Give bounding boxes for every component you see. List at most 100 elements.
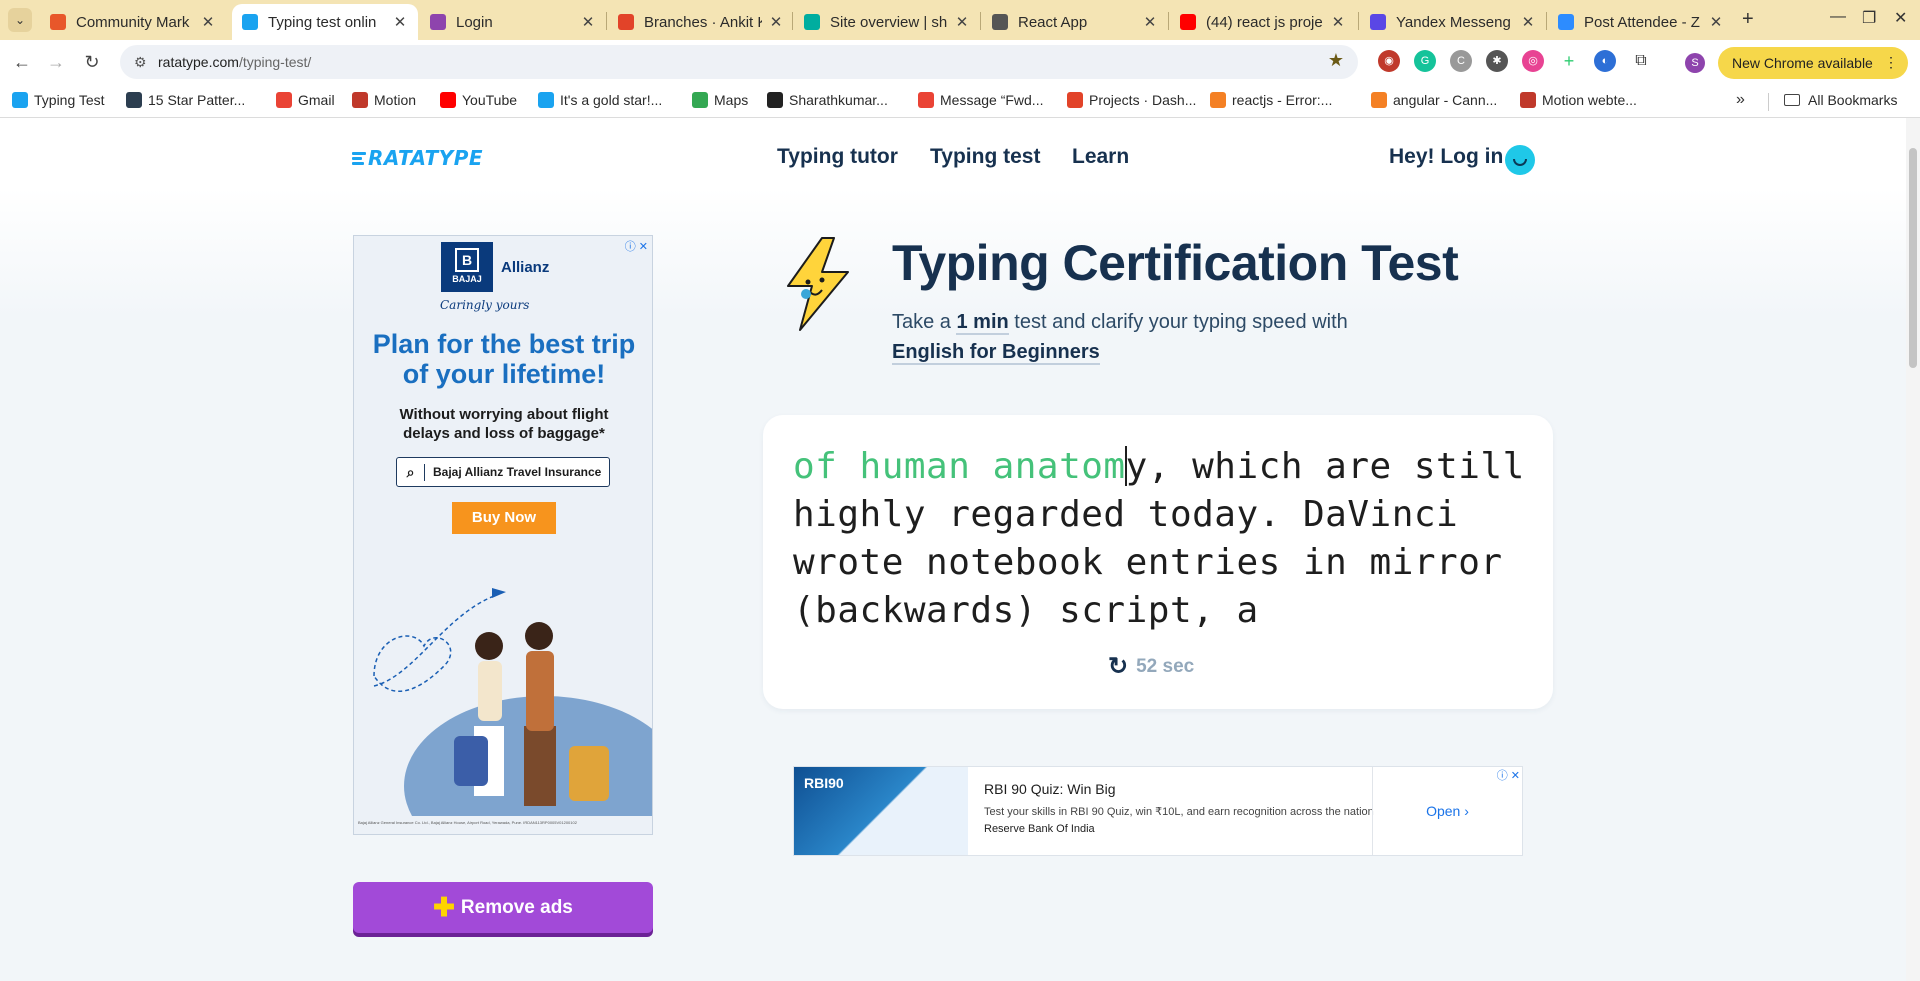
typing-test-card[interactable]: of human anatomy, which are still highly…: [763, 415, 1553, 709]
bookmark-favicon-icon: [276, 92, 292, 108]
browser-tab[interactable]: React App ✕: [982, 4, 1168, 40]
side-advertisement[interactable]: ⓘ ✕ B BAJAJ Allianz Caringly yours Plan f…: [353, 235, 653, 835]
ratatype-logo[interactable]: RATATYPE: [352, 146, 483, 170]
bookmark-item[interactable]: 15 Star Patter...: [126, 92, 245, 108]
nav-typing-tutor[interactable]: Typing tutor: [777, 145, 898, 169]
ad-headline: Plan for the best trip of your lifetime!: [372, 329, 636, 389]
nav-typing-test[interactable]: Typing test: [930, 145, 1040, 169]
tab-strip: ⌄ Community Mark ✕ Typing test onlin ✕ Login…: [0, 0, 1920, 40]
browser-tab[interactable]: Branches · Ankit K ✕: [608, 4, 794, 40]
login-link[interactable]: Hey! Log in: [1389, 145, 1503, 169]
ad-search-box[interactable]: ⌕ Bajaj Allianz Travel Insurance: [396, 457, 610, 487]
bookmark-item[interactable]: It's a gold star!...: [538, 92, 662, 108]
extension-icon-7[interactable]: ◐: [1594, 50, 1616, 72]
bookmark-item[interactable]: Gmail: [276, 92, 335, 108]
scrollbar-thumb[interactable]: [1909, 148, 1917, 368]
bookmarks-overflow-icon[interactable]: »: [1736, 91, 1745, 109]
page-content: RATATYPE Typing tutor Typing test Learn …: [0, 118, 1906, 981]
extensions-puzzle-icon[interactable]: ⧉: [1630, 50, 1652, 72]
timer-value: 52 sec: [1136, 655, 1195, 677]
tab-close-icon[interactable]: ✕: [580, 13, 596, 31]
reload-icon[interactable]: ↻: [80, 50, 104, 74]
tab-title: Site overview | sh: [830, 13, 948, 31]
browser-tab[interactable]: (44) react js proje ✕: [1170, 4, 1356, 40]
bottom-ad-title[interactable]: RBI 90 Quiz: Win Big: [984, 781, 1116, 797]
tab-title: (44) react js proje: [1206, 13, 1323, 31]
browser-tab[interactable]: Community Mark ✕: [40, 4, 226, 40]
remove-ads-label: Remove ads: [460, 896, 573, 918]
tab-favicon-icon: [992, 14, 1008, 30]
tab-close-icon[interactable]: ✕: [200, 13, 216, 31]
update-label: New Chrome available: [1732, 55, 1873, 71]
plus-extension-icon[interactable]: +: [1558, 50, 1580, 72]
tab-close-icon[interactable]: ✕: [768, 13, 784, 31]
bookmark-item[interactable]: angular - Cann...: [1371, 92, 1497, 108]
back-icon[interactable]: ←: [10, 50, 34, 74]
site-info-icon[interactable]: ⚙: [134, 54, 147, 71]
plus-icon: ✚: [433, 892, 455, 922]
nav-learn[interactable]: Learn: [1072, 145, 1129, 169]
search-icon: ⌕: [397, 463, 425, 481]
restart-icon[interactable]: ↻: [1108, 652, 1128, 681]
profile-avatar[interactable]: S: [1685, 53, 1705, 73]
bookmark-favicon-icon: [1520, 92, 1536, 108]
bookmark-star-icon[interactable]: ★: [1328, 50, 1344, 71]
chrome-update-button[interactable]: New Chrome available ⋮: [1718, 47, 1908, 79]
buy-now-button[interactable]: Buy Now: [452, 502, 556, 534]
bookmark-item[interactable]: Message “Fwd...: [918, 92, 1043, 108]
bookmark-label: Gmail: [298, 92, 335, 108]
more-menu-icon[interactable]: ⋮: [1884, 54, 1898, 71]
bookmark-item[interactable]: YouTube: [440, 92, 517, 108]
address-bar[interactable]: ⚙ ratatype.com/typing-test/ ★: [120, 45, 1358, 79]
close-window-icon[interactable]: ✕: [1894, 8, 1907, 28]
bookmark-label: YouTube: [462, 92, 518, 108]
all-bookmarks-button[interactable]: All Bookmarks: [1784, 92, 1897, 108]
url-text[interactable]: ratatype.com/typing-test/: [158, 54, 311, 70]
bookmark-item[interactable]: Motion: [352, 92, 416, 108]
browser-tab[interactable]: Site overview | sh ✕: [794, 4, 980, 40]
bookmark-item[interactable]: Projects · Dash...: [1067, 92, 1196, 108]
page-subtitle: Take a 1 min test and clarify your typin…: [892, 311, 1348, 365]
extension-icon-3[interactable]: C: [1450, 50, 1472, 72]
duration-link[interactable]: 1 min: [956, 311, 1009, 335]
tab-separator: [1168, 12, 1169, 30]
tab-search-button[interactable]: ⌄: [8, 8, 32, 32]
bookmark-label: Motion webte...: [1542, 92, 1637, 108]
tab-title: Yandex Messeng: [1396, 13, 1511, 31]
tab-close-icon[interactable]: ✕: [1520, 13, 1536, 31]
smiley-icon[interactable]: [1505, 145, 1535, 175]
all-bookmarks-label: All Bookmarks: [1808, 92, 1898, 108]
bug-icon[interactable]: ✱: [1486, 50, 1508, 72]
bookmark-item[interactable]: reactjs - Error:...: [1210, 92, 1332, 108]
course-link[interactable]: English for Beginners: [892, 341, 1100, 365]
browser-tab[interactable]: Typing test onlin ✕: [232, 4, 418, 40]
remove-ads-button[interactable]: ✚ Remove ads: [353, 882, 653, 933]
forward-icon[interactable]: →: [44, 50, 68, 74]
tab-close-icon[interactable]: ✕: [1142, 13, 1158, 31]
adchoices-icon[interactable]: ⓘ ✕: [1497, 767, 1520, 783]
bookmark-item[interactable]: Typing Test: [12, 92, 105, 108]
page-scrollbar[interactable]: [1906, 118, 1920, 981]
adchoices-icon[interactable]: ⓘ ✕: [625, 238, 648, 254]
tab-close-icon[interactable]: ✕: [1330, 13, 1346, 31]
browser-tab[interactable]: Post Attendee - Z ✕: [1548, 4, 1734, 40]
bookmark-item[interactable]: Motion webte...: [1520, 92, 1637, 108]
extension-icon-5[interactable]: ◎: [1522, 50, 1544, 72]
extension-icon-1[interactable]: ◉: [1378, 50, 1400, 72]
restore-icon[interactable]: ❐: [1862, 8, 1876, 28]
tab-close-icon[interactable]: ✕: [1708, 13, 1724, 31]
grammarly-icon[interactable]: G: [1414, 50, 1436, 72]
bottom-advertisement[interactable]: RBI90 RBI 90 Quiz: Win Big Test your ski…: [793, 766, 1523, 856]
bookmark-item[interactable]: Sharathkumar...: [767, 92, 888, 108]
tab-close-icon[interactable]: ✕: [392, 13, 408, 31]
tab-close-icon[interactable]: ✕: [954, 13, 970, 31]
minimize-icon[interactable]: —: [1830, 8, 1846, 26]
bookmark-favicon-icon: [1210, 92, 1226, 108]
bookmark-item[interactable]: Maps: [692, 92, 748, 108]
new-tab-button[interactable]: +: [1742, 8, 1754, 31]
browser-tab[interactable]: Login ✕: [420, 4, 606, 40]
bookmark-label: Sharathkumar...: [789, 92, 888, 108]
browser-tab[interactable]: Yandex Messeng ✕: [1360, 4, 1546, 40]
typing-text-area[interactable]: of human anatomy, which are still highly…: [793, 443, 1533, 635]
tab-separator: [980, 12, 981, 30]
